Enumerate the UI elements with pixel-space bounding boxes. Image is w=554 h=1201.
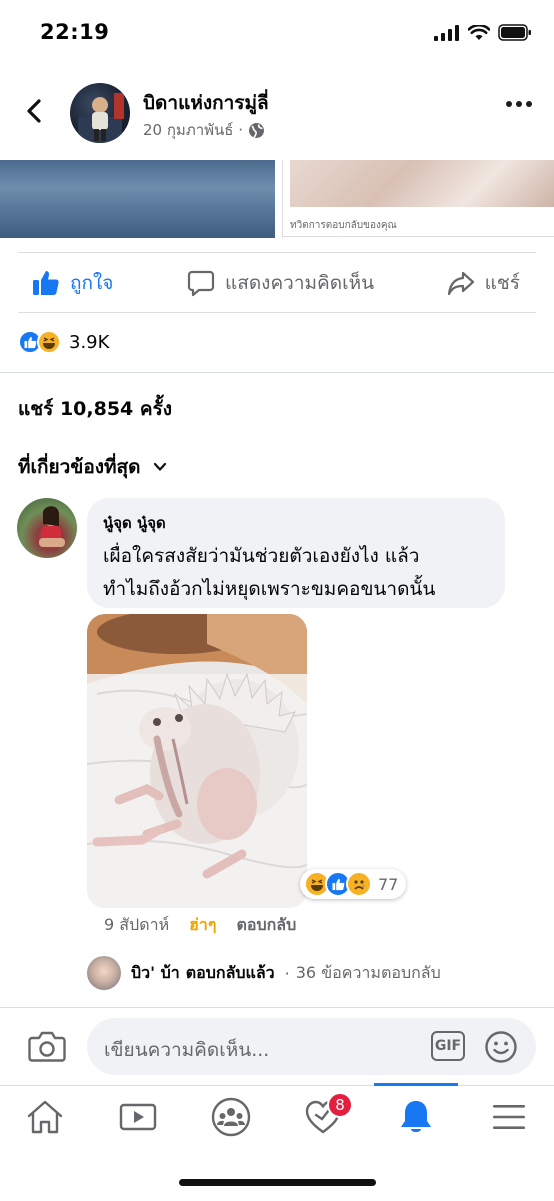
reply-button[interactable]: ตอบกลับ <box>236 913 296 938</box>
groups-icon <box>211 1097 251 1137</box>
status-time: 22:19 <box>40 20 110 44</box>
post-date-text: 20 กุมภาพันธ์ · <box>143 121 243 139</box>
home-indicator[interactable] <box>179 1179 376 1186</box>
tab-home[interactable] <box>25 1097 65 1137</box>
comment-bubble-icon <box>187 270 215 297</box>
wifi-icon <box>468 24 490 40</box>
comment-label: แสดงความคิดเห็น <box>225 272 375 294</box>
comment-text: เผื่อใครสงสัยว่ามันช่วยตัวเองยังไง แล้ว … <box>103 540 503 606</box>
comment-placeholder: เขียนความคิดเห็น... <box>104 1039 270 1061</box>
more-options-button[interactable] <box>506 101 532 107</box>
divider <box>282 236 554 237</box>
comment-meta: 9 สัปดาห์ ฮ่าๆ ตอบกลับ <box>104 913 296 938</box>
tab-watch[interactable] <box>118 1097 158 1137</box>
reply-count: 36 ข้อความตอบกลับ <box>295 962 441 982</box>
tab-groups[interactable] <box>211 1097 251 1137</box>
status-icons <box>434 24 532 41</box>
chevron-left-icon <box>27 99 41 123</box>
shared-image-right <box>290 160 554 207</box>
smiley-icon <box>485 1031 517 1063</box>
divider <box>18 312 536 313</box>
like-button[interactable]: ถูกใจ <box>32 268 113 298</box>
comment-reaction-count: 77 <box>378 874 399 894</box>
notification-badge: 8 <box>327 1092 353 1118</box>
share-count[interactable]: แชร์ 10,854 ครั้ง <box>18 394 172 424</box>
replier-avatar <box>87 956 121 990</box>
hedgehog-photo <box>87 614 307 908</box>
comment-text-line: เผื่อใครสงสัยว่ามันช่วยตัวเองยังไง แล้ว <box>103 545 420 567</box>
reaction-count: 3.9K <box>69 331 110 353</box>
comment-photo[interactable] <box>87 614 307 908</box>
sad-reaction-icon <box>346 871 372 897</box>
reactions-summary[interactable]: 3.9K <box>18 330 109 354</box>
cellular-signal-icon <box>434 24 459 41</box>
camera-icon <box>28 1031 66 1062</box>
page-avatar[interactable] <box>70 83 130 143</box>
haha-reaction-link[interactable]: ฮ่าๆ <box>189 913 216 938</box>
watch-icon <box>119 1103 157 1131</box>
shared-card-caption: ทวิตการตอบกลับของคุณ <box>290 220 397 231</box>
post-date: 20 กุมภาพันธ์ · <box>143 118 265 142</box>
comment-author[interactable]: นู๋จุด นู๋จุด <box>103 511 166 535</box>
share-button[interactable]: แชร์ <box>447 268 520 298</box>
avatar-image <box>39 506 65 547</box>
dot <box>516 101 522 107</box>
back-button[interactable] <box>20 96 50 126</box>
like-label: ถูกใจ <box>70 272 114 294</box>
tab-menu[interactable] <box>489 1097 529 1137</box>
divider <box>18 252 536 253</box>
dot <box>506 101 512 107</box>
share-arrow-icon <box>447 271 474 296</box>
globe-icon <box>248 122 264 138</box>
replied-label: ตอบกลับแล้ว <box>185 962 275 982</box>
shared-image-left[interactable] <box>0 160 275 238</box>
chevron-down-icon <box>154 462 167 471</box>
comment-sort-label: ที่เกี่ยวข้องที่สุด <box>18 456 141 478</box>
comment-sort-dropdown[interactable]: ที่เกี่ยวข้องที่สุด <box>18 452 168 482</box>
commenter-avatar[interactable] <box>17 498 77 558</box>
view-replies[interactable]: บิว' บ้า ตอบกลับแล้ว · 36 ข้อความตอบกลับ <box>87 956 441 990</box>
home-icon <box>27 1100 63 1134</box>
thumbs-up-icon <box>33 271 59 295</box>
emoji-button[interactable] <box>484 1030 518 1068</box>
battery-icon <box>498 24 531 41</box>
avatar-image <box>78 93 124 143</box>
page-title[interactable]: บิดาแห่งการมู่ลี่ <box>143 88 269 118</box>
tab-notifications[interactable] <box>396 1097 436 1137</box>
comment-reactions[interactable]: 77 <box>300 869 407 899</box>
comment-button[interactable]: แสดงความคิดเห็น <box>187 268 374 298</box>
share-label: แชร์ <box>484 272 520 294</box>
comment-time: 9 สัปดาห์ <box>104 915 170 934</box>
gif-button[interactable]: GIF <box>431 1031 465 1061</box>
dot <box>526 101 532 107</box>
camera-button[interactable] <box>28 1029 66 1067</box>
comment-text-line: ทำไมถึงอ้วกไม่หยุดเพราะขมคอขนาดนั้น <box>103 578 436 600</box>
haha-reaction-icon <box>37 330 61 354</box>
separator: · <box>284 963 290 983</box>
menu-icon <box>493 1105 525 1129</box>
active-tab-indicator <box>374 1083 458 1086</box>
notifications-icon <box>401 1101 431 1132</box>
divider <box>0 372 554 373</box>
replier-name: บิว' บ้า <box>131 962 180 982</box>
